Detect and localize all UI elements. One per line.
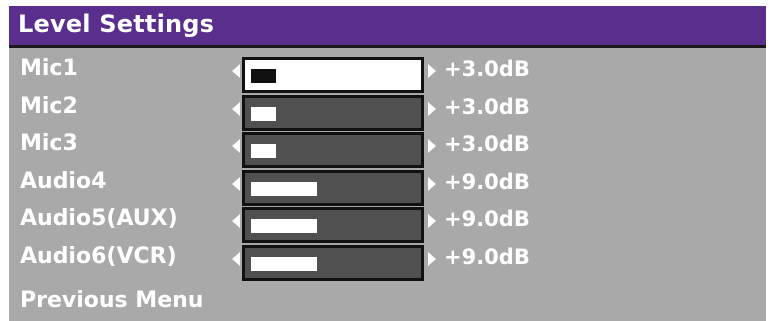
level-slider[interactable] <box>242 57 424 93</box>
level-fill <box>251 144 276 159</box>
arrow-left-icon[interactable] <box>232 251 240 266</box>
arrow-left-icon[interactable] <box>232 176 240 191</box>
channel-label: Mic3 <box>20 131 78 157</box>
channel-list: Mic1 +3.0dB Mic2 +3.0dB Mic3 +3.0dB Audi… <box>9 54 766 281</box>
arrow-left-icon[interactable] <box>232 214 240 229</box>
arrow-right-icon[interactable] <box>428 176 436 191</box>
level-value: +9.0dB <box>444 244 530 269</box>
previous-menu-item[interactable]: Previous Menu <box>20 288 203 313</box>
level-value: +9.0dB <box>444 207 530 232</box>
level-slider[interactable] <box>242 132 424 169</box>
arrow-left-icon[interactable] <box>232 101 240 116</box>
level-fill <box>251 219 317 234</box>
channel-row-mic2[interactable]: Mic2 +3.0dB <box>9 92 766 131</box>
level-slider[interactable] <box>242 169 424 206</box>
level-value: +9.0dB <box>444 169 530 194</box>
level-slider[interactable] <box>242 207 424 244</box>
level-slider[interactable] <box>242 244 424 281</box>
channel-row-audio6-vcr[interactable]: Audio6(VCR) +9.0dB <box>9 242 766 281</box>
level-value: +3.0dB <box>444 132 530 157</box>
channel-row-audio4[interactable]: Audio4 +9.0dB <box>9 167 766 206</box>
channel-label: Mic1 <box>20 56 78 81</box>
arrow-right-icon[interactable] <box>428 251 436 266</box>
channel-row-mic3[interactable]: Mic3 +3.0dB <box>9 129 766 169</box>
channel-row-mic1[interactable]: Mic1 +3.0dB <box>9 54 766 93</box>
arrow-right-icon[interactable] <box>428 139 436 154</box>
channel-label: Audio5(AUX) <box>20 206 178 232</box>
arrow-right-icon[interactable] <box>428 214 436 229</box>
level-settings-panel: Level Settings Mic1 +3.0dB Mic2 +3.0dB M… <box>9 6 766 321</box>
arrow-left-icon[interactable] <box>232 64 240 78</box>
level-slider[interactable] <box>242 94 424 131</box>
page-title: Level Settings <box>18 10 215 38</box>
level-fill <box>251 181 317 196</box>
channel-label: Mic2 <box>20 93 78 119</box>
channel-label: Audio4 <box>20 168 107 194</box>
arrow-right-icon[interactable] <box>428 101 436 116</box>
arrow-right-icon[interactable] <box>428 64 436 78</box>
level-value: +3.0dB <box>444 94 530 119</box>
channel-label: Audio6(VCR) <box>20 243 177 269</box>
arrow-left-icon[interactable] <box>232 139 240 154</box>
channel-row-audio5-aux[interactable]: Audio5(AUX) +9.0dB <box>9 204 766 244</box>
level-fill <box>251 256 317 271</box>
title-bar: Level Settings <box>9 6 766 48</box>
level-fill <box>251 69 276 83</box>
level-fill <box>251 106 276 121</box>
level-value: +3.0dB <box>444 57 530 81</box>
